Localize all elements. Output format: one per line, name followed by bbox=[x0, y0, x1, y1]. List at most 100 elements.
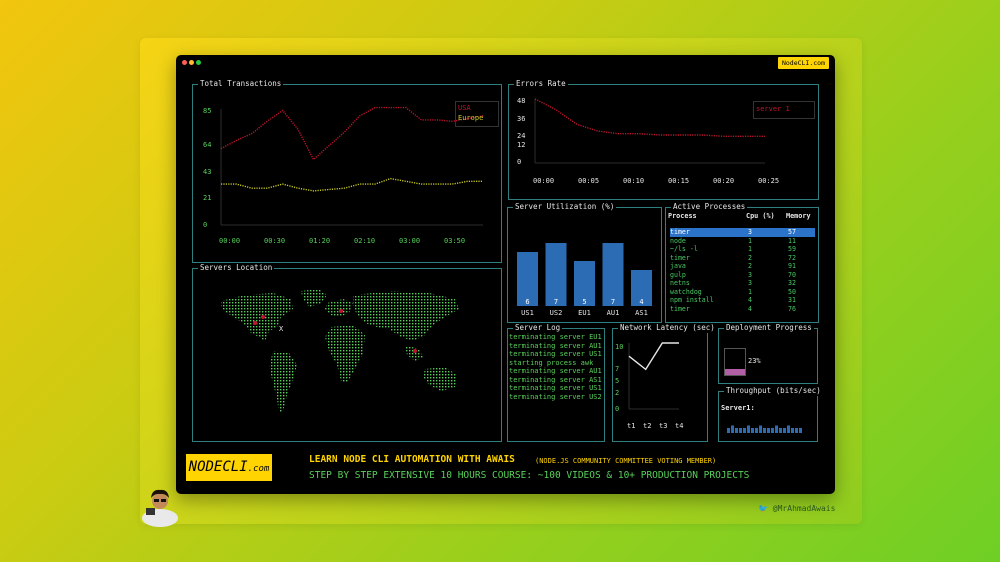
close-window-dot[interactable] bbox=[182, 60, 187, 65]
process-row[interactable]: node 1 11 bbox=[670, 237, 815, 246]
transactions-legend: USA Europe bbox=[455, 101, 499, 127]
minimize-window-dot[interactable] bbox=[189, 60, 194, 65]
nodecli-logo[interactable]: NODECLI.com bbox=[186, 454, 272, 481]
log-line: terminating server AU1 bbox=[509, 367, 602, 375]
bar-value-label: 7 bbox=[554, 298, 558, 306]
series-line-europe bbox=[221, 177, 483, 192]
deployment-progress-fill bbox=[725, 369, 745, 375]
throughput-bar bbox=[771, 428, 774, 433]
process-name: java bbox=[670, 262, 686, 270]
process-memory: 32 bbox=[788, 279, 796, 287]
utilization-panel: Server Utilization (%) 6 US1 7 US2 5 EU1 7 AU1 4… bbox=[507, 202, 662, 323]
log-line: terminating server US2 bbox=[509, 392, 602, 401]
log-line: terminating server EU1 bbox=[509, 333, 602, 341]
server-marker-as1[interactable] bbox=[413, 349, 417, 353]
series-line-usa bbox=[220, 106, 484, 161]
errors-panel: Errors Rate 48 36 24 12 0 00:00 00:05 00… bbox=[508, 79, 819, 200]
twitter-bird-icon: 🐦 bbox=[758, 504, 768, 513]
process-name: node bbox=[670, 236, 686, 245]
bar-value-label: 5 bbox=[582, 298, 586, 306]
process-memory: 91 bbox=[788, 262, 796, 270]
throughput-bar bbox=[739, 428, 742, 433]
process-memory: 70 bbox=[788, 270, 796, 279]
throughput-bar bbox=[743, 428, 746, 433]
svg-text:X: X bbox=[279, 325, 284, 333]
process-cpu: 3 bbox=[748, 270, 752, 279]
process-cpu: 1 bbox=[748, 236, 752, 245]
col-header-process[interactable]: Process bbox=[668, 212, 697, 221]
maximize-window-dot[interactable] bbox=[196, 60, 201, 65]
process-memory: 76 bbox=[788, 304, 796, 313]
process-row[interactable]: timer 3 57 bbox=[670, 228, 815, 237]
process-memory: 59 bbox=[788, 245, 796, 253]
banner-headline: LEARN NODE CLI AUTOMATION WITH AWAIS bbox=[309, 454, 515, 465]
server-marker-us1[interactable] bbox=[253, 321, 257, 325]
bar-category-label: AU1 bbox=[607, 309, 620, 317]
legend-usa: USA bbox=[458, 104, 471, 112]
throughput-bar bbox=[779, 428, 782, 433]
throughput-bar bbox=[755, 428, 758, 433]
logo-suffix-text: .com bbox=[247, 464, 270, 474]
process-memory: 31 bbox=[788, 296, 796, 304]
throughput-bar bbox=[747, 425, 750, 433]
col-header-memory[interactable]: Memory bbox=[786, 212, 811, 221]
log-line: terminating server US1 bbox=[509, 350, 602, 358]
process-cpu: 4 bbox=[748, 304, 752, 313]
bar-category-label: US2 bbox=[550, 309, 563, 317]
process-row[interactable]: gulp 3 70 bbox=[670, 271, 815, 280]
server-marker-us2[interactable] bbox=[261, 315, 265, 319]
errors-legend: server 1 bbox=[753, 101, 815, 119]
world-map: X bbox=[221, 289, 459, 413]
process-memory: 57 bbox=[788, 228, 796, 236]
throughput-bar bbox=[751, 428, 754, 433]
series-line-0 bbox=[628, 342, 679, 371]
process-cpu: 4 bbox=[748, 296, 752, 304]
series-line-server-1 bbox=[534, 98, 765, 137]
process-cpu: 2 bbox=[748, 262, 752, 270]
banner-headline-note: (NODE.JS COMMUNITY COMMITTEE VOTING MEMB… bbox=[535, 457, 717, 465]
process-row[interactable]: watchdog 1 50 bbox=[670, 288, 815, 297]
processes-panel: Active Processes Process Cpu (%) Memory … bbox=[665, 202, 819, 323]
latency-panel: Network Latency (sec) 10 7 5 2 0 t1 t2 t… bbox=[612, 323, 717, 442]
throughput-bar bbox=[763, 428, 766, 433]
process-row[interactable]: timer 4 76 bbox=[670, 305, 815, 314]
log-line: terminating server AS1 bbox=[509, 375, 602, 384]
throughput-bar bbox=[787, 425, 790, 433]
bar-category-label: AS1 bbox=[635, 309, 648, 317]
log-list: terminating server EU1 terminating server… bbox=[509, 333, 602, 401]
deployment-title: Deployment Progress bbox=[724, 323, 814, 333]
throughput-bar bbox=[767, 428, 770, 433]
legend-server-1: server 1 bbox=[756, 105, 790, 113]
deployment-percent: 23% bbox=[748, 357, 761, 365]
process-name: timer bbox=[670, 253, 690, 262]
col-header-cpu[interactable]: Cpu (%) bbox=[746, 212, 775, 221]
log-title: Server Log bbox=[513, 323, 563, 333]
process-row[interactable]: netns 3 32 bbox=[670, 279, 815, 288]
location-panel: Servers Location X bbox=[192, 263, 502, 442]
process-row[interactable]: ~/ls -l 1 59 bbox=[670, 245, 815, 254]
process-row[interactable]: timer 2 72 bbox=[670, 254, 815, 263]
bar-category-label: EU1 bbox=[578, 309, 591, 317]
banner-subline: STEP BY STEP EXTENSIVE 10 HOURS COURSE: … bbox=[309, 470, 750, 481]
process-cpu: 2 bbox=[748, 253, 752, 262]
process-name: timer bbox=[670, 228, 690, 236]
throughput-panel: Throughput (bits/sec) Server1: bbox=[718, 386, 823, 442]
bar-au1 bbox=[602, 243, 624, 306]
site-badge[interactable]: NodeCLI.com bbox=[777, 57, 829, 69]
transactions-panel: Total Transactions 85 64 43 21 0 00:00 0… bbox=[192, 79, 502, 263]
process-row[interactable]: java 2 91 bbox=[670, 262, 815, 271]
throughput-bar bbox=[735, 428, 738, 433]
bar-value-label: 6 bbox=[525, 298, 529, 306]
server-marker-eu1[interactable] bbox=[339, 309, 343, 313]
terminal-window: NodeCLI.com Total Transactions 85 64 43 … bbox=[176, 55, 835, 494]
twitter-handle[interactable]: 🐦 @MrAhmadAwais bbox=[758, 504, 835, 513]
process-cpu: 3 bbox=[748, 279, 752, 287]
deployment-panel: Deployment Progress 23% bbox=[718, 323, 818, 384]
process-name: ~/ls -l bbox=[670, 245, 698, 253]
process-name: netns bbox=[670, 279, 690, 287]
process-row[interactable]: npm install 4 31 bbox=[670, 296, 815, 305]
process-memory: 50 bbox=[788, 287, 796, 296]
throughput-sparkline bbox=[727, 425, 802, 433]
utilization-chart: 6 US1 7 US2 5 EU1 7 AU1 4 AS1 bbox=[517, 243, 652, 317]
process-cpu: 1 bbox=[748, 245, 752, 253]
